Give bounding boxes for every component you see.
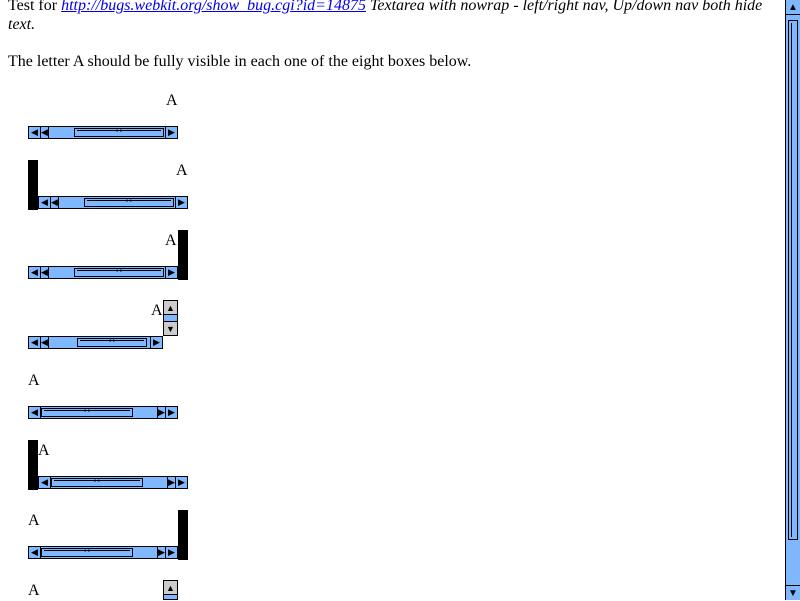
- letter-a: A: [151, 302, 163, 319]
- scroll-thumb[interactable]: [74, 266, 164, 277]
- horizontal-scrollbar[interactable]: ◀ ◀ ▶: [38, 196, 188, 209]
- horizontal-scrollbar[interactable]: ◀ ▶ ▶: [28, 406, 178, 419]
- letter-a: A: [28, 582, 40, 599]
- scroll-down-icon[interactable]: ▼: [164, 321, 177, 335]
- vertical-scrollbar[interactable]: ▲ ▼: [163, 300, 178, 336]
- horizontal-scrollbar[interactable]: ◀ ◀ ▶: [28, 266, 178, 279]
- scroll-right-icon[interactable]: ▶: [157, 407, 165, 418]
- vertical-scrollbar[interactable]: ▲: [163, 580, 178, 600]
- scroll-right-icon[interactable]: ▶: [157, 547, 165, 558]
- scroll-thumb[interactable]: [84, 196, 174, 207]
- test-box-8: A ▲: [28, 580, 188, 600]
- scroll-right-icon[interactable]: ▶: [165, 127, 177, 138]
- page-scroll-up-icon[interactable]: ▲: [786, 0, 800, 15]
- test-box-6: A ◀ ▶ ▶: [28, 440, 188, 490]
- scroll-right-icon[interactable]: ▶: [167, 477, 175, 488]
- test-box-1: A ◀ ◀ ▶: [28, 90, 188, 140]
- scroll-right-icon[interactable]: ▶: [165, 267, 177, 278]
- instruction-text: The letter A should be fully visible in …: [8, 53, 472, 70]
- left-border-bar: [28, 440, 38, 490]
- scroll-left-icon[interactable]: ◀: [39, 197, 51, 208]
- intro-prefix: Test for: [8, 0, 62, 14]
- letter-a: A: [28, 512, 40, 529]
- scroll-thumb[interactable]: [51, 476, 143, 487]
- scroll-right-icon[interactable]: ▶: [150, 337, 162, 348]
- scroll-left-icon[interactable]: ◀: [29, 407, 41, 418]
- left-border-bar: [28, 160, 38, 210]
- scroll-thumb[interactable]: [41, 406, 133, 417]
- page-scroll-down-icon[interactable]: ▼: [786, 585, 800, 600]
- scroll-up-icon[interactable]: ▲: [164, 301, 177, 315]
- test-box-7: A ◀ ▶ ▶: [28, 510, 188, 560]
- scroll-left-icon[interactable]: ◀: [29, 547, 41, 558]
- scroll-thumb[interactable]: [74, 126, 164, 137]
- letter-a: A: [165, 232, 177, 249]
- test-box-5: A ◀ ▶ ▶: [28, 370, 188, 420]
- scroll-right-icon[interactable]: ▶: [165, 407, 177, 418]
- scroll-thumb[interactable]: [77, 336, 147, 347]
- scroll-left-icon[interactable]: ◀: [29, 127, 41, 138]
- horizontal-scrollbar[interactable]: ◀ ▶ ▶: [28, 546, 178, 559]
- test-box-2: A ◀ ◀ ▶: [28, 160, 188, 210]
- test-box-3: A ◀ ◀ ▶: [28, 230, 188, 280]
- horizontal-scrollbar[interactable]: ◀ ◀ ▶: [28, 336, 163, 349]
- scroll-left-icon[interactable]: ◀: [29, 337, 41, 348]
- scroll-thumb[interactable]: [41, 546, 133, 557]
- scroll-left-icon[interactable]: ◀: [41, 337, 49, 348]
- scroll-right-icon[interactable]: ▶: [165, 547, 177, 558]
- scroll-right-icon[interactable]: ▶: [175, 477, 187, 488]
- scroll-left-icon[interactable]: ◀: [41, 267, 49, 278]
- scroll-left-icon[interactable]: ◀: [39, 477, 51, 488]
- right-border-bar: [178, 510, 188, 560]
- scroll-right-icon[interactable]: ▶: [175, 197, 187, 208]
- letter-a: A: [28, 372, 40, 389]
- scroll-left-icon[interactable]: ◀: [41, 127, 49, 138]
- scroll-up-icon[interactable]: ▲: [164, 581, 177, 595]
- right-border-bar: [178, 230, 188, 280]
- letter-a: A: [166, 92, 178, 109]
- page-vertical-scrollbar[interactable]: ▲ ▼: [785, 0, 800, 600]
- letter-a: A: [38, 442, 50, 459]
- test-description: Test for http://bugs.webkit.org/show_bug…: [8, 0, 778, 34]
- scroll-left-icon[interactable]: ◀: [29, 267, 41, 278]
- letter-a: A: [176, 162, 188, 179]
- test-box-4: A ▲ ▼ ◀ ◀ ▶: [28, 300, 188, 350]
- scroll-left-icon[interactable]: ◀: [51, 197, 59, 208]
- bug-link[interactable]: http://bugs.webkit.org/show_bug.cgi?id=1…: [61, 0, 366, 14]
- horizontal-scrollbar[interactable]: ◀ ▶ ▶: [38, 476, 188, 489]
- page-scroll-thumb[interactable]: [788, 20, 798, 540]
- horizontal-scrollbar[interactable]: ◀ ◀ ▶: [28, 126, 178, 139]
